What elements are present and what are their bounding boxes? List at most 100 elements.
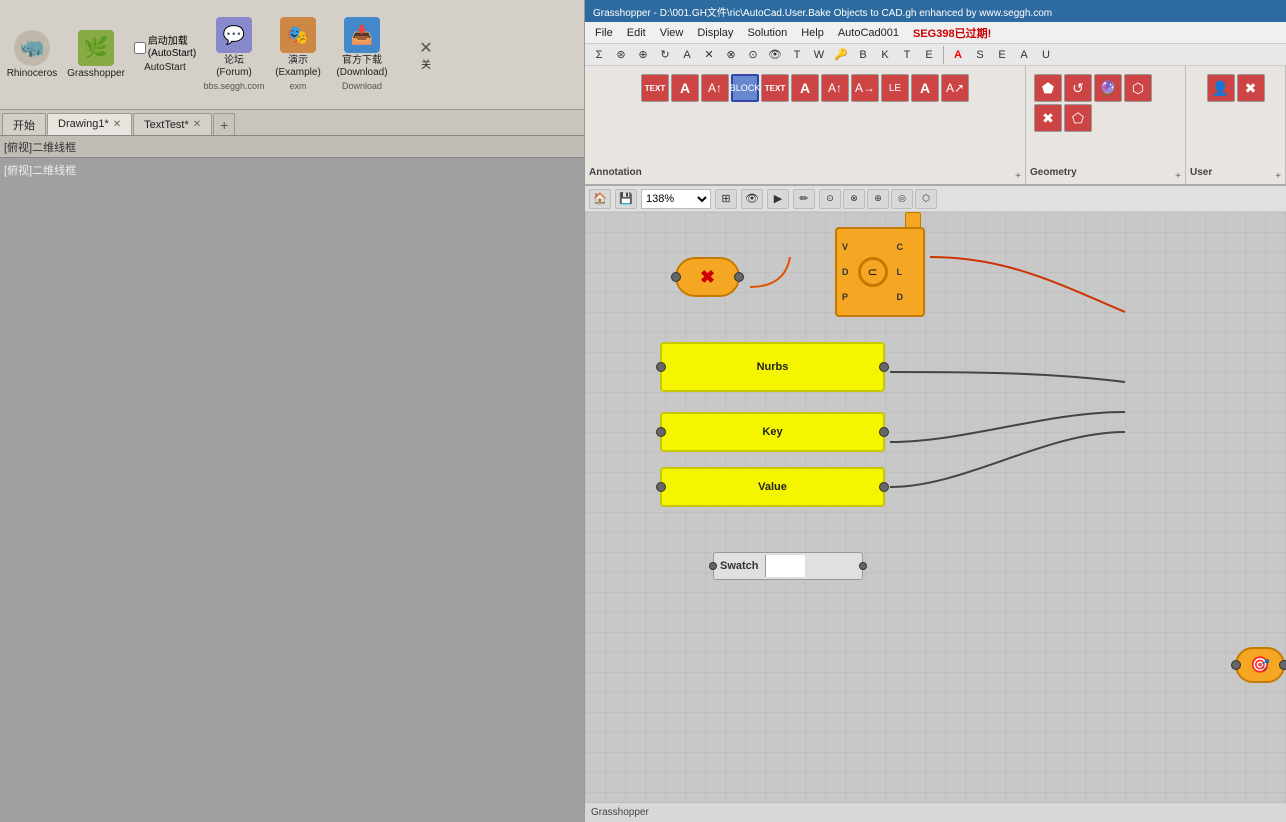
gh-icon-t3[interactable]: T bbox=[897, 46, 917, 64]
gh-icon-k1[interactable]: K bbox=[875, 46, 895, 64]
nurbs-port-left[interactable] bbox=[656, 362, 666, 372]
gh-icon-t1[interactable]: T bbox=[787, 46, 807, 64]
error-node[interactable]: ✖ bbox=[675, 257, 740, 297]
forum-button[interactable]: 💬 论坛(Forum) bbs.seggh.com bbox=[204, 12, 264, 97]
tab-add-button[interactable]: + bbox=[213, 113, 235, 135]
tab-drawing1[interactable]: Drawing1* ✕ bbox=[47, 113, 132, 135]
anno-block[interactable]: BLOCK bbox=[731, 74, 759, 102]
anno-a8[interactable]: A↗ bbox=[941, 74, 969, 102]
gh-icon-b2[interactable]: ⊙ bbox=[743, 46, 763, 64]
gh-icon-sigma[interactable]: Σ bbox=[589, 46, 609, 64]
gh-home-btn[interactable]: 🏠 bbox=[589, 189, 611, 209]
decode-port-V[interactable]: V bbox=[839, 241, 852, 253]
menu-display[interactable]: Display bbox=[691, 25, 739, 41]
annotation-expand[interactable]: + bbox=[1015, 171, 1021, 182]
value-port-right[interactable] bbox=[879, 482, 889, 492]
autostart-checkbox[interactable] bbox=[134, 42, 146, 54]
geo-5[interactable]: ✖ bbox=[1034, 104, 1062, 132]
gh-pencil-btn[interactable]: ✏ bbox=[793, 189, 815, 209]
decode-port-D[interactable]: D bbox=[839, 266, 852, 278]
decode-node[interactable]: V D P ⊂ C L D bbox=[835, 227, 925, 317]
user-2[interactable]: ✖ bbox=[1237, 74, 1265, 102]
error-node-port-right[interactable] bbox=[734, 272, 744, 282]
gh-extra-5[interactable]: ⬡ bbox=[915, 189, 937, 209]
tab-start[interactable]: 开始 bbox=[2, 113, 46, 135]
close-button[interactable]: ✕ 关 bbox=[396, 15, 456, 95]
user-1[interactable]: 👤 bbox=[1207, 74, 1235, 102]
gh-icon-U1[interactable]: U bbox=[1036, 46, 1056, 64]
small-node-port-left[interactable] bbox=[1231, 660, 1241, 670]
swatch-node[interactable]: Swatch bbox=[713, 552, 863, 580]
gh-icon-b3[interactable]: B bbox=[853, 46, 873, 64]
tab-texttest[interactable]: TextTest* ✕ bbox=[133, 113, 212, 135]
anno-text1[interactable]: TEXT bbox=[641, 74, 669, 102]
gh-icon-A3[interactable]: A bbox=[1014, 46, 1034, 64]
menu-help[interactable]: Help bbox=[795, 25, 830, 41]
anno-a2[interactable]: A↑ bbox=[701, 74, 729, 102]
decode-port-C[interactable]: C bbox=[894, 241, 907, 253]
anno-a1[interactable]: A bbox=[671, 74, 699, 102]
anno-a3[interactable]: A bbox=[791, 74, 819, 102]
gh-zoom-select[interactable]: 138% bbox=[641, 189, 711, 209]
gh-icon-t2[interactable]: 🔑 bbox=[831, 46, 851, 64]
menu-seg398[interactable]: SEG398已过期! bbox=[907, 23, 997, 43]
gh-icon-b1[interactable]: ⊗ bbox=[721, 46, 741, 64]
key-port-left[interactable] bbox=[656, 427, 666, 437]
geo-4[interactable]: ⬡ bbox=[1124, 74, 1152, 102]
gh-icon-e1[interactable]: E bbox=[919, 46, 939, 64]
example-button[interactable]: 🎭 演示(Example) exm bbox=[268, 12, 328, 97]
gh-icon-a1[interactable]: A bbox=[677, 46, 697, 64]
gh-icon-S1[interactable]: S bbox=[970, 46, 990, 64]
tab-drawing1-close[interactable]: ✕ bbox=[113, 119, 121, 130]
key-port-right[interactable] bbox=[879, 427, 889, 437]
small-round-node[interactable]: 🎯 bbox=[1235, 647, 1285, 683]
nurbs-node[interactable]: Nurbs bbox=[660, 342, 885, 392]
geo-6[interactable]: ⬠ bbox=[1064, 104, 1092, 132]
small-node-port-right[interactable] bbox=[1279, 660, 1286, 670]
gh-eye-btn[interactable]: 👁 bbox=[741, 189, 763, 209]
gh-extra-2[interactable]: ⊗ bbox=[843, 189, 865, 209]
tab-texttest-close[interactable]: ✕ bbox=[193, 119, 201, 130]
value-node[interactable]: Value bbox=[660, 467, 885, 507]
grasshopper-button[interactable]: 🌿 Grasshopper bbox=[66, 15, 126, 95]
gh-small-square-top[interactable] bbox=[905, 212, 921, 228]
gh-icon-w1[interactable]: W bbox=[809, 46, 829, 64]
anno-a4[interactable]: A↑ bbox=[821, 74, 849, 102]
key-node[interactable]: Key bbox=[660, 412, 885, 452]
anno-a7[interactable]: A bbox=[911, 74, 939, 102]
gh-extra-1[interactable]: ⊙ bbox=[819, 189, 841, 209]
gh-extra-3[interactable]: ⊕ bbox=[867, 189, 889, 209]
decode-port-P[interactable]: P bbox=[839, 291, 852, 303]
gh-canvas[interactable]: ✖ V D P ⊂ C L D Nurbs bbox=[585, 212, 1286, 802]
gh-icon-refresh[interactable]: ↻ bbox=[655, 46, 675, 64]
gh-icon-eye[interactable]: 👁 bbox=[765, 46, 785, 64]
anno-a6[interactable]: LE bbox=[881, 74, 909, 102]
geo-1[interactable]: ⬟ bbox=[1034, 74, 1062, 102]
user-expand[interactable]: + bbox=[1275, 171, 1281, 182]
autostart-button[interactable]: 启动加载(AutoStart) AutoStart bbox=[130, 15, 200, 95]
geometry-expand[interactable]: + bbox=[1175, 171, 1181, 182]
gh-save-btn[interactable]: 💾 bbox=[615, 189, 637, 209]
decode-port-D2[interactable]: D bbox=[894, 291, 907, 303]
download-button[interactable]: 📥 官方下载(Download) Download bbox=[332, 12, 392, 97]
geo-2[interactable]: ↺ bbox=[1064, 74, 1092, 102]
gh-icon-cross[interactable]: ✕ bbox=[699, 46, 719, 64]
gh-extra-4[interactable]: ◎ bbox=[891, 189, 913, 209]
gh-icon-E2[interactable]: E bbox=[992, 46, 1012, 64]
swatch-port-left[interactable] bbox=[709, 562, 717, 570]
gh-icon-A2[interactable]: A bbox=[948, 46, 968, 64]
gh-icon-feed[interactable]: ⊛ bbox=[611, 46, 631, 64]
rhino-button[interactable]: 🦏 Rhinoceros bbox=[2, 15, 62, 95]
value-port-left[interactable] bbox=[656, 482, 666, 492]
gh-icon-plug[interactable]: ⊕ bbox=[633, 46, 653, 64]
menu-edit[interactable]: Edit bbox=[621, 25, 652, 41]
error-node-port-left[interactable] bbox=[671, 272, 681, 282]
menu-autocad001[interactable]: AutoCad001 bbox=[832, 25, 905, 41]
decode-port-L[interactable]: L bbox=[894, 266, 907, 278]
gh-arr-btn[interactable]: ▶ bbox=[767, 189, 789, 209]
anno-text2[interactable]: TEXT bbox=[761, 74, 789, 102]
swatch-port-right[interactable] bbox=[859, 562, 867, 570]
menu-file[interactable]: File bbox=[589, 25, 619, 41]
gh-fit-btn[interactable]: ⊞ bbox=[715, 189, 737, 209]
menu-view[interactable]: View bbox=[654, 25, 690, 41]
